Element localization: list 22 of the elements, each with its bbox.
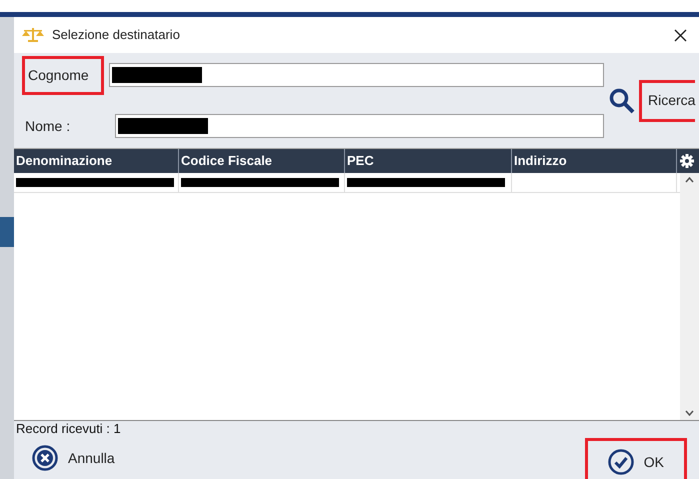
- input-field[interactable]: [109, 63, 604, 87]
- cancel-button[interactable]: Annulla: [32, 441, 115, 475]
- ok-button[interactable]: OK: [584, 438, 687, 479]
- status-text: Record ricevuti : 1: [16, 421, 122, 437]
- search-icon[interactable]: [609, 88, 635, 114]
- column-header[interactable]: Codice Fiscale: [179, 149, 345, 173]
- scroll-up-icon[interactable]: [685, 177, 694, 183]
- field-label: Cognome: [22, 56, 104, 94]
- search-button[interactable]: Ricerca: [639, 80, 696, 122]
- check-icon: [608, 449, 634, 475]
- window-title: Selezione destinatario: [52, 26, 180, 44]
- scales-icon: [22, 28, 44, 42]
- cancel-icon: [32, 445, 58, 471]
- close-icon[interactable]: [674, 28, 687, 42]
- column-header[interactable]: Denominazione: [14, 149, 179, 173]
- scrollbar[interactable]: [680, 173, 699, 420]
- settings-icon[interactable]: [680, 154, 694, 168]
- input-field[interactable]: [115, 114, 604, 138]
- field-label: Nome :: [25, 116, 72, 136]
- scroll-down-icon[interactable]: [685, 410, 694, 416]
- column-header[interactable]: PEC: [345, 149, 512, 173]
- column-header[interactable]: Indirizzo: [512, 149, 677, 173]
